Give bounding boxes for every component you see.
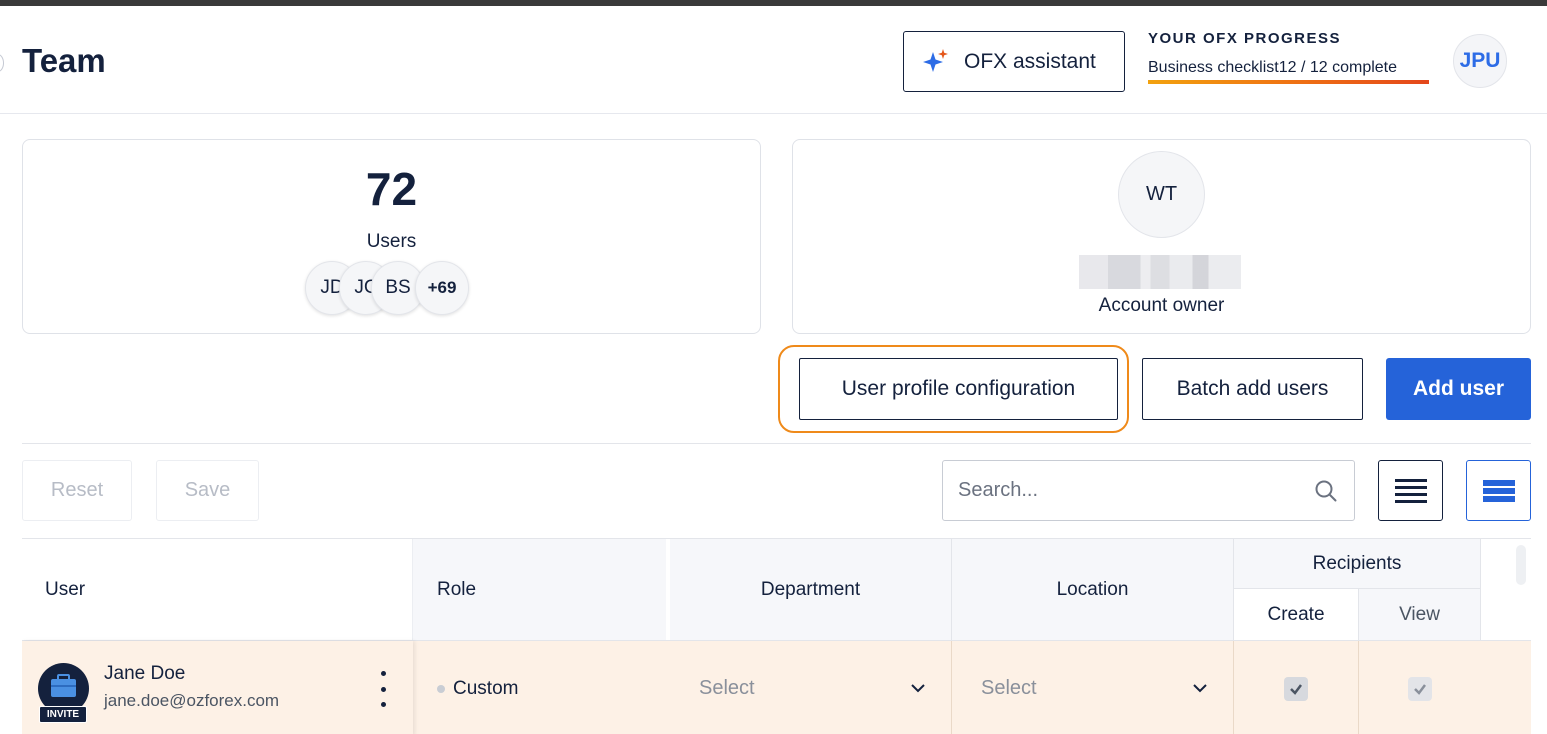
search-icon[interactable] bbox=[1314, 479, 1338, 503]
location-select[interactable]: Select bbox=[981, 665, 1211, 711]
users-summary-card: 72 Users JD JC BS +69 bbox=[22, 139, 761, 334]
avatar-stack[interactable]: JD JC BS +69 bbox=[305, 261, 485, 315]
page-header: Team OFX assistant YOUR OFX PROGRESS Bus… bbox=[0, 6, 1547, 114]
add-user-button[interactable]: Add user bbox=[1386, 358, 1531, 420]
users-table: User Role Department Location Recipients… bbox=[22, 538, 1531, 734]
table-row[interactable]: INVITE Jane Doe jane.doe@ozforex.com Cus… bbox=[22, 640, 1531, 734]
location-cell: Select bbox=[952, 641, 1234, 734]
compact-density-icon bbox=[1394, 478, 1427, 503]
recipients-create-cell bbox=[1234, 641, 1359, 734]
ofx-assistant-label: OFX assistant bbox=[964, 49, 1096, 73]
ofx-progress[interactable]: YOUR OFX PROGRESS Business checklist12 /… bbox=[1148, 30, 1430, 84]
collapse-handle-icon[interactable] bbox=[0, 54, 4, 72]
page-title: Team bbox=[22, 42, 106, 79]
horizontal-scrollbar[interactable] bbox=[1516, 545, 1526, 585]
owner-label: Account owner bbox=[1098, 295, 1225, 316]
recipients-view-checkbox[interactable] bbox=[1407, 676, 1432, 701]
role-cell[interactable]: Custom bbox=[413, 641, 666, 734]
section-divider bbox=[22, 443, 1531, 444]
recipients-view-cell bbox=[1359, 641, 1480, 734]
users-label: Users bbox=[366, 231, 417, 252]
compact-view-button[interactable] bbox=[1378, 460, 1443, 521]
department-cell: Select bbox=[670, 641, 952, 734]
chevron-down-icon bbox=[911, 684, 925, 693]
comfortable-density-icon bbox=[1482, 479, 1515, 502]
reset-button[interactable]: Reset bbox=[22, 460, 132, 521]
batch-add-users-button[interactable]: Batch add users bbox=[1142, 358, 1363, 420]
column-header-role[interactable]: Role bbox=[413, 539, 666, 640]
department-select-value: Select bbox=[699, 676, 755, 699]
invite-badge: INVITE bbox=[39, 706, 87, 723]
owner-avatar: WT bbox=[1118, 151, 1205, 238]
user-profile-configuration-button[interactable]: User profile configuration bbox=[799, 358, 1118, 420]
user-email: jane.doe@ozforex.com bbox=[104, 691, 280, 710]
user-cell: INVITE Jane Doe jane.doe@ozforex.com bbox=[22, 641, 413, 734]
account-owner-card: WT Account owner bbox=[792, 139, 1531, 334]
progress-text: Business checklist12 / 12 complete bbox=[1148, 59, 1398, 76]
search-box bbox=[942, 460, 1355, 521]
sparkle-icon bbox=[923, 48, 948, 72]
chevron-down-icon bbox=[1193, 684, 1207, 693]
progress-bar bbox=[1148, 80, 1429, 84]
column-group-recipients: Recipients bbox=[1234, 539, 1480, 589]
location-select-value: Select bbox=[981, 676, 1037, 699]
column-header-department[interactable]: Department bbox=[670, 539, 952, 640]
user-name: Jane Doe bbox=[104, 663, 186, 684]
check-icon bbox=[1413, 683, 1426, 695]
department-select[interactable]: Select bbox=[699, 665, 929, 711]
column-header-location[interactable]: Location bbox=[952, 539, 1234, 640]
role-status-dot bbox=[437, 684, 445, 693]
search-input[interactable] bbox=[958, 461, 1298, 520]
user-avatar[interactable]: JPU bbox=[1453, 34, 1507, 88]
ofx-assistant-button[interactable]: OFX assistant bbox=[903, 31, 1125, 92]
comfortable-view-button[interactable] bbox=[1466, 460, 1531, 521]
progress-title: YOUR OFX PROGRESS bbox=[1148, 30, 1342, 47]
role-value: Custom bbox=[453, 677, 519, 699]
more-options-icon[interactable] bbox=[374, 671, 392, 707]
users-count: 72 bbox=[365, 163, 418, 215]
save-button[interactable]: Save bbox=[156, 460, 259, 521]
recipients-create-checkbox[interactable] bbox=[1284, 676, 1308, 701]
column-header-view[interactable]: View bbox=[1359, 589, 1480, 640]
column-header-create[interactable]: Create bbox=[1234, 589, 1359, 640]
more-users-avatar: +69 bbox=[415, 261, 469, 315]
redacted-owner-name bbox=[1079, 255, 1241, 289]
column-header-user[interactable]: User bbox=[22, 539, 413, 640]
check-icon bbox=[1290, 683, 1302, 695]
